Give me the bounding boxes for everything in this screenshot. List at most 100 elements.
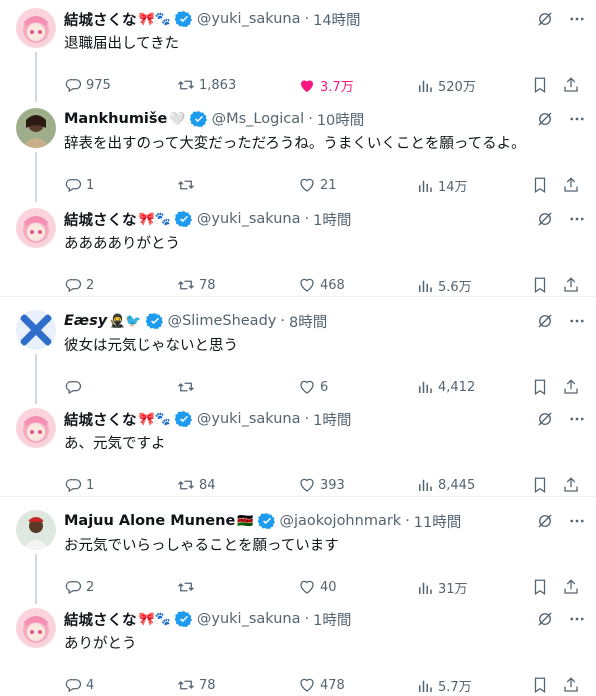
share-button[interactable]	[562, 176, 580, 194]
views-button[interactable]: 8,445	[416, 476, 475, 494]
handle[interactable]: @jaokojohnmark	[280, 513, 402, 529]
more-options-icon[interactable]	[568, 210, 586, 228]
tweet[interactable]: 結城さくな 🎀🐾 @yuki_sakuna · 1時間 あ、元気ですよ 1 84…	[0, 408, 596, 500]
bookmark-button[interactable]	[531, 378, 549, 396]
avatar[interactable]	[16, 408, 56, 448]
grok-icon[interactable]	[536, 312, 554, 330]
views-button[interactable]: 5.6万	[416, 276, 472, 295]
share-button[interactable]	[562, 76, 580, 94]
views-button[interactable]: 14万	[416, 176, 468, 195]
bookmark-button[interactable]	[531, 176, 549, 194]
display-name[interactable]: Majuu Alone Munene	[64, 513, 235, 529]
more-options-icon[interactable]	[568, 10, 586, 28]
timestamp[interactable]: 10時間	[317, 109, 364, 130]
avatar[interactable]	[16, 8, 56, 48]
bookmark-button[interactable]	[531, 676, 549, 694]
tweet[interactable]: 結城さくな 🎀🐾 @yuki_sakuna · 1時間 あああありがとう 2 7…	[0, 208, 596, 300]
share-button[interactable]	[562, 378, 580, 396]
timestamp[interactable]: 1時間	[313, 609, 351, 630]
display-name[interactable]: 結城さくな	[64, 9, 137, 30]
reply-button[interactable]: 2	[64, 578, 94, 596]
reply-button[interactable]: 2	[64, 276, 94, 294]
name-emoji: 🥷🐦	[109, 313, 142, 329]
reply-button[interactable]	[64, 378, 86, 396]
retweet-button[interactable]: 78	[177, 276, 216, 294]
timestamp[interactable]: 14時間	[313, 9, 360, 30]
display-name[interactable]: 結城さくな	[64, 609, 137, 630]
handle[interactable]: @SlimeSheady	[168, 313, 277, 329]
handle[interactable]: @yuki_sakuna	[197, 411, 301, 427]
display-name[interactable]: 結城さくな	[64, 409, 137, 430]
like-button[interactable]: 468	[298, 276, 345, 294]
like-button[interactable]: 3.7万	[298, 76, 354, 95]
more-options-icon[interactable]	[568, 110, 586, 128]
display-name[interactable]: Eæsy	[64, 313, 107, 329]
views-button[interactable]: 4,412	[416, 378, 475, 396]
tweet-text: あ、元気ですよ	[64, 436, 166, 452]
more-options-icon[interactable]	[568, 610, 586, 628]
timestamp[interactable]: 1時間	[313, 409, 351, 430]
avatar[interactable]	[16, 608, 56, 648]
tweet[interactable]: Mankhumiše 🤍 @Ms_Logical · 10時間 辞表を出すのって…	[0, 108, 596, 202]
tweet[interactable]: 結城さくな 🎀🐾 @yuki_sakuna · 1時間 ありがとう 4 78 4…	[0, 608, 596, 695]
tweet[interactable]: Eæsy 🥷🐦 @SlimeSheady · 8時間 彼女は元気じゃないと思う …	[0, 310, 596, 404]
views-button[interactable]: 520万	[416, 76, 476, 95]
retweet-button[interactable]	[177, 378, 199, 396]
views-chart-icon	[419, 680, 432, 692]
reply-button[interactable]: 4	[64, 676, 94, 694]
tweet[interactable]: 結城さくな 🎀🐾 @yuki_sakuna · 14時間 退職届出してきた 97…	[0, 8, 596, 102]
views-button[interactable]: 31万	[416, 578, 468, 597]
tweet[interactable]: Majuu Alone Munene 🇰🇪 @jaokojohnmark · 1…	[0, 510, 596, 604]
display-name[interactable]: 結城さくな	[64, 209, 137, 230]
handle[interactable]: @Ms_Logical	[212, 111, 305, 127]
more-options-icon[interactable]	[568, 410, 586, 428]
verified-badge-icon	[189, 110, 208, 128]
display-name[interactable]: Mankhumiše	[64, 111, 167, 127]
share-button[interactable]	[562, 276, 580, 294]
grok-icon[interactable]	[536, 110, 554, 128]
bookmark-button[interactable]	[531, 276, 549, 294]
reply-icon	[65, 279, 82, 293]
share-button[interactable]	[562, 676, 580, 694]
grok-icon[interactable]	[536, 10, 554, 28]
share-icon	[564, 579, 578, 594]
bookmark-button[interactable]	[531, 476, 549, 494]
timestamp[interactable]: 8時間	[289, 311, 327, 332]
more-options-icon[interactable]	[568, 312, 586, 330]
grok-icon[interactable]	[536, 210, 554, 228]
retweet-icon	[178, 280, 194, 290]
reply-count: 2	[86, 277, 95, 293]
handle[interactable]: @yuki_sakuna	[197, 611, 301, 627]
retweet-button[interactable]	[177, 176, 199, 194]
like-button[interactable]: 40	[298, 578, 337, 596]
like-button[interactable]: 478	[298, 676, 345, 694]
handle[interactable]: @yuki_sakuna	[197, 211, 301, 227]
bookmark-button[interactable]	[531, 76, 549, 94]
more-options-icon[interactable]	[568, 512, 586, 530]
timestamp[interactable]: 11時間	[414, 511, 461, 532]
reply-button[interactable]: 1	[64, 176, 94, 194]
avatar[interactable]	[16, 208, 56, 248]
reply-button[interactable]: 1	[64, 476, 94, 494]
retweet-button[interactable]: 78	[177, 676, 216, 694]
timestamp[interactable]: 1時間	[313, 209, 351, 230]
bookmark-button[interactable]	[531, 578, 549, 596]
share-button[interactable]	[562, 578, 580, 596]
views-button[interactable]: 5.7万	[416, 676, 472, 695]
handle[interactable]: @yuki_sakuna	[197, 11, 301, 27]
share-button[interactable]	[562, 476, 580, 494]
avatar[interactable]	[16, 310, 56, 350]
reply-button[interactable]: 975	[64, 76, 111, 94]
grok-icon[interactable]	[536, 610, 554, 628]
avatar[interactable]	[16, 108, 56, 148]
like-button[interactable]: 21	[298, 176, 337, 194]
retweet-button[interactable]: 1,863	[177, 76, 236, 94]
avatar[interactable]	[16, 510, 56, 550]
grok-icon[interactable]	[536, 410, 554, 428]
like-button[interactable]: 393	[298, 476, 345, 494]
grok-icon[interactable]	[536, 512, 554, 530]
retweet-button[interactable]: 84	[177, 476, 216, 494]
retweet-button[interactable]	[177, 578, 199, 596]
like-button[interactable]: 6	[298, 378, 328, 396]
like-count: 468	[320, 277, 345, 293]
